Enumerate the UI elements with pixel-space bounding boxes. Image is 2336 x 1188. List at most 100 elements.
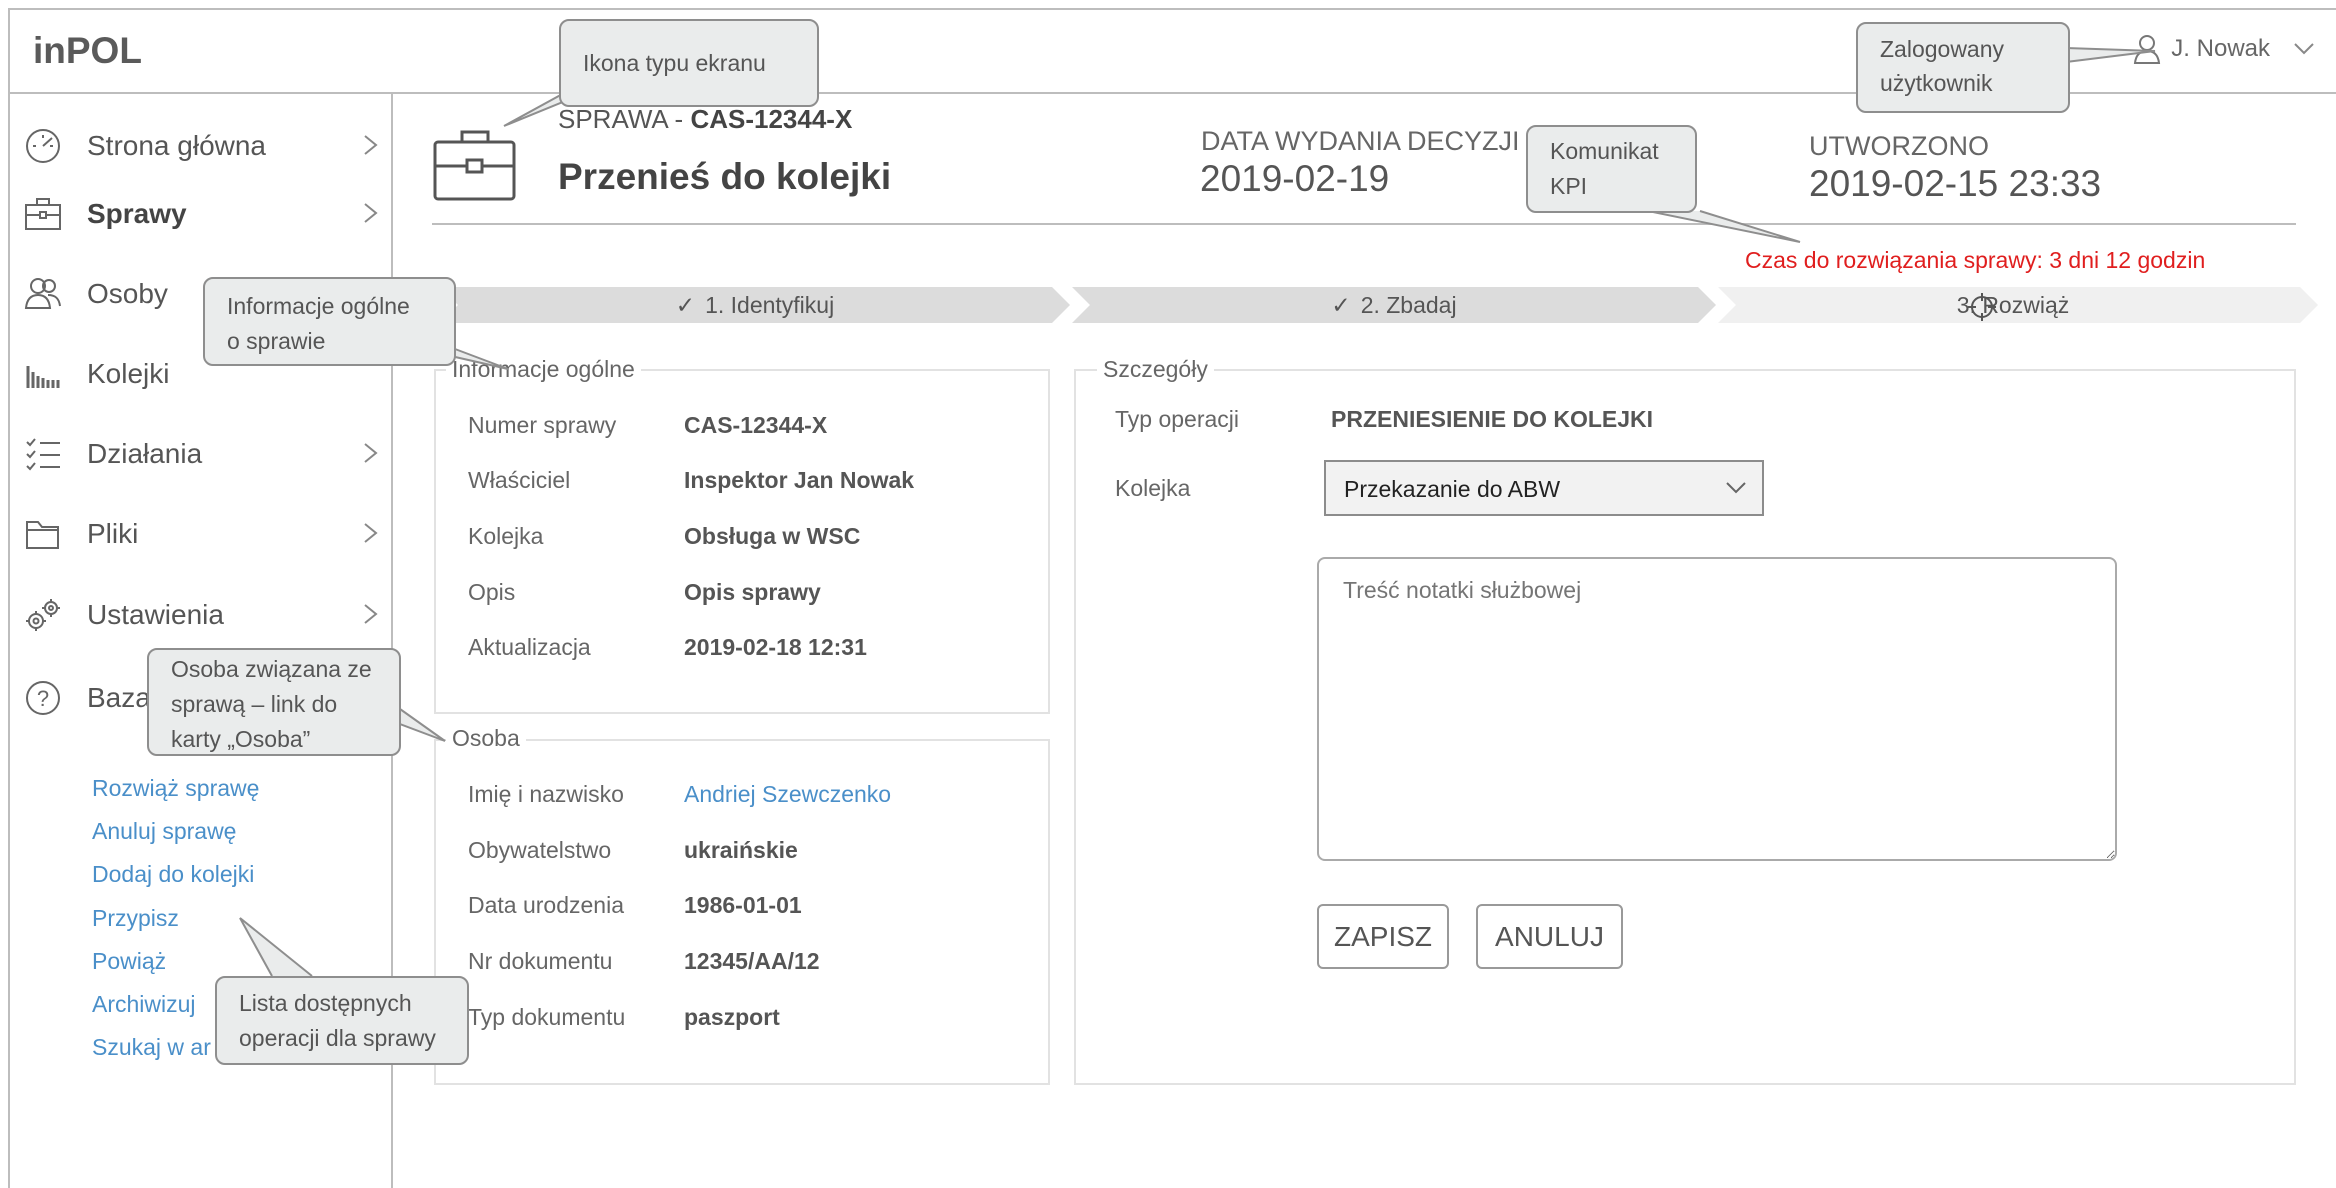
callout-person: Osoba związana ze sprawą – link do karty… (147, 648, 401, 756)
details-legend: Szczegóły (1097, 356, 1214, 383)
created-value: 2019-02-15 23:33 (1809, 163, 2102, 204)
user-icon (2133, 34, 2161, 64)
cancel-button[interactable]: ANULUJ (1476, 904, 1623, 969)
case-id: CAS-12344-X (690, 104, 853, 134)
user-menu[interactable]: J. Nowak (2133, 34, 2314, 64)
callout-text: Informacje ogólne (227, 293, 410, 319)
field-value: Obsługa w WSC (684, 523, 861, 549)
sidebar-item-home[interactable]: Strona główna (10, 116, 393, 176)
chevron-right-icon (364, 523, 378, 543)
step-resolve[interactable]: 3. Rozwiąż (1718, 287, 2318, 323)
sidebar-item-cases[interactable]: Sprawy (10, 184, 393, 244)
field-value: Opis sprawy (684, 579, 821, 605)
sidebar-item-actions[interactable]: Działania (10, 424, 393, 484)
callout-text: sprawą – link do (171, 691, 338, 717)
chevron-down-icon (2294, 43, 2314, 55)
callout-operations: Lista dostępnych operacji dla sprawy (215, 976, 469, 1065)
step-investigate[interactable]: ✓ 2. Zbadaj (1072, 287, 1716, 323)
sidebar-item-label: Działania (87, 438, 203, 469)
op-link-add-to-queue[interactable]: Dodaj do kolejki (92, 861, 254, 888)
svg-text:?: ? (37, 686, 49, 711)
callout-general-info: Informacje ogólne o sprawie (203, 277, 456, 366)
target-icon (1967, 292, 1996, 321)
field-label: Obywatelstwo (468, 837, 612, 863)
step-label: 1. Identyfikuj (705, 291, 835, 318)
check-icon: ✓ (675, 291, 696, 318)
person-legend: Osoba (446, 725, 526, 752)
sidebar-item-settings[interactable]: Ustawienia (10, 585, 393, 645)
note-textarea[interactable] (1317, 557, 2117, 861)
page-title: Przenieś do kolejki (558, 156, 892, 197)
kpi-message: Czas do rozwiązania sprawy: 3 dni 12 god… (1745, 247, 2206, 273)
sidebar-item-files[interactable]: Pliki (10, 504, 393, 564)
field-value: CAS-12344-X (684, 412, 828, 438)
field-label: Nr dokumentu (468, 948, 613, 974)
dashboard-icon (26, 129, 60, 163)
callout-text: o sprawie (227, 328, 326, 354)
queue-select-value: Przekazanie do ABW (1344, 476, 1561, 502)
field-label: Aktualizacja (468, 634, 591, 660)
decision-date-value: 2019-02-19 (1200, 158, 1390, 199)
checklist-icon (26, 438, 60, 471)
op-link-assign[interactable]: Przypisz (92, 905, 179, 932)
field-label: Właściciel (468, 467, 571, 493)
gears-icon (26, 599, 60, 631)
field-label: Kolejka (468, 523, 544, 549)
operation-type-value: PRZENIESIENIE DO KOLEJKI (1331, 406, 1654, 432)
field-value: Inspektor Jan Nowak (684, 467, 915, 493)
chevron-right-icon (364, 604, 378, 624)
help-icon: ? (26, 681, 60, 715)
sidebar-item-label: Sprawy (87, 198, 187, 229)
field-value: ukraińskie (684, 837, 798, 863)
field-label: Typ operacji (1115, 406, 1240, 432)
case-id-line: SPRAWA - CAS-12344-X (558, 104, 852, 135)
callout-text: użytkownik (1880, 70, 1993, 96)
sidebar-item-label: Strona główna (87, 130, 267, 161)
callout-text: Zalogowany (1880, 36, 2005, 62)
divider (432, 223, 2296, 225)
step-identify[interactable]: ✓ 1. Identyfikuj (440, 287, 1070, 323)
field-label: Imię i nazwisko (468, 781, 624, 807)
step-label: 2. Zbadaj (1360, 291, 1457, 318)
field-label: Numer sprawy (468, 412, 617, 438)
chevron-right-icon (364, 135, 378, 155)
user-name: J. Nowak (2171, 35, 2270, 62)
queue-icon (26, 366, 60, 388)
op-link-link[interactable]: Powiąż (92, 948, 166, 975)
chevron-down-icon (1726, 482, 1746, 494)
queue-select[interactable]: Przekazanie do ABW (1324, 460, 1764, 516)
callout-text: Komunikat KPI (1550, 138, 1659, 199)
general-info-legend: Informacje ogólne (446, 356, 641, 383)
created-label: UTWORZONO (1809, 131, 1989, 161)
sidebar-item-label: Ustawienia (87, 599, 224, 630)
sidebar-item-label: Kolejki (87, 358, 170, 389)
op-link-resolve[interactable]: Rozwiąż sprawę (92, 775, 259, 802)
callout-text: operacji dla sprawy (239, 1025, 436, 1051)
decision-date-label: DATA WYDANIA DECYZJI (1201, 126, 1520, 156)
field-value: paszport (684, 1004, 780, 1030)
callout-text: karty „Osoba” (171, 726, 311, 752)
callout-text: Ikona typu ekranu (583, 49, 766, 76)
field-label: Opis (468, 579, 516, 605)
case-prefix: SPRAWA - (558, 104, 691, 134)
sidebar-item-label: Osoby (87, 278, 168, 309)
op-link-archive[interactable]: Archiwizuj (92, 991, 196, 1018)
briefcase-icon (433, 130, 516, 201)
sidebar-item-label: Baza (87, 682, 151, 713)
op-link-cancel[interactable]: Anuluj sprawę (92, 818, 236, 845)
op-link-search-archive[interactable]: Szukaj w ar (92, 1034, 211, 1061)
people-icon (24, 278, 61, 309)
field-value: 2019-02-18 12:31 (684, 634, 867, 660)
check-icon: ✓ (1331, 291, 1351, 318)
briefcase-icon (25, 198, 61, 230)
callout-text: Osoba związana ze (171, 656, 372, 682)
callout-kpi: Komunikat KPI (1526, 125, 1697, 213)
save-button[interactable]: ZAPISZ (1317, 904, 1449, 969)
field-value: 1986-01-01 (684, 892, 802, 918)
field-label: Data urodzenia (468, 892, 624, 918)
person-name-link[interactable]: Andriej Szewczenko (684, 781, 891, 808)
field-label: Kolejka (1115, 475, 1191, 501)
chevron-right-icon (364, 203, 378, 223)
field-label: Typ dokumentu (468, 1004, 626, 1030)
callout-screen-icon: Ikona typu ekranu (559, 19, 819, 107)
